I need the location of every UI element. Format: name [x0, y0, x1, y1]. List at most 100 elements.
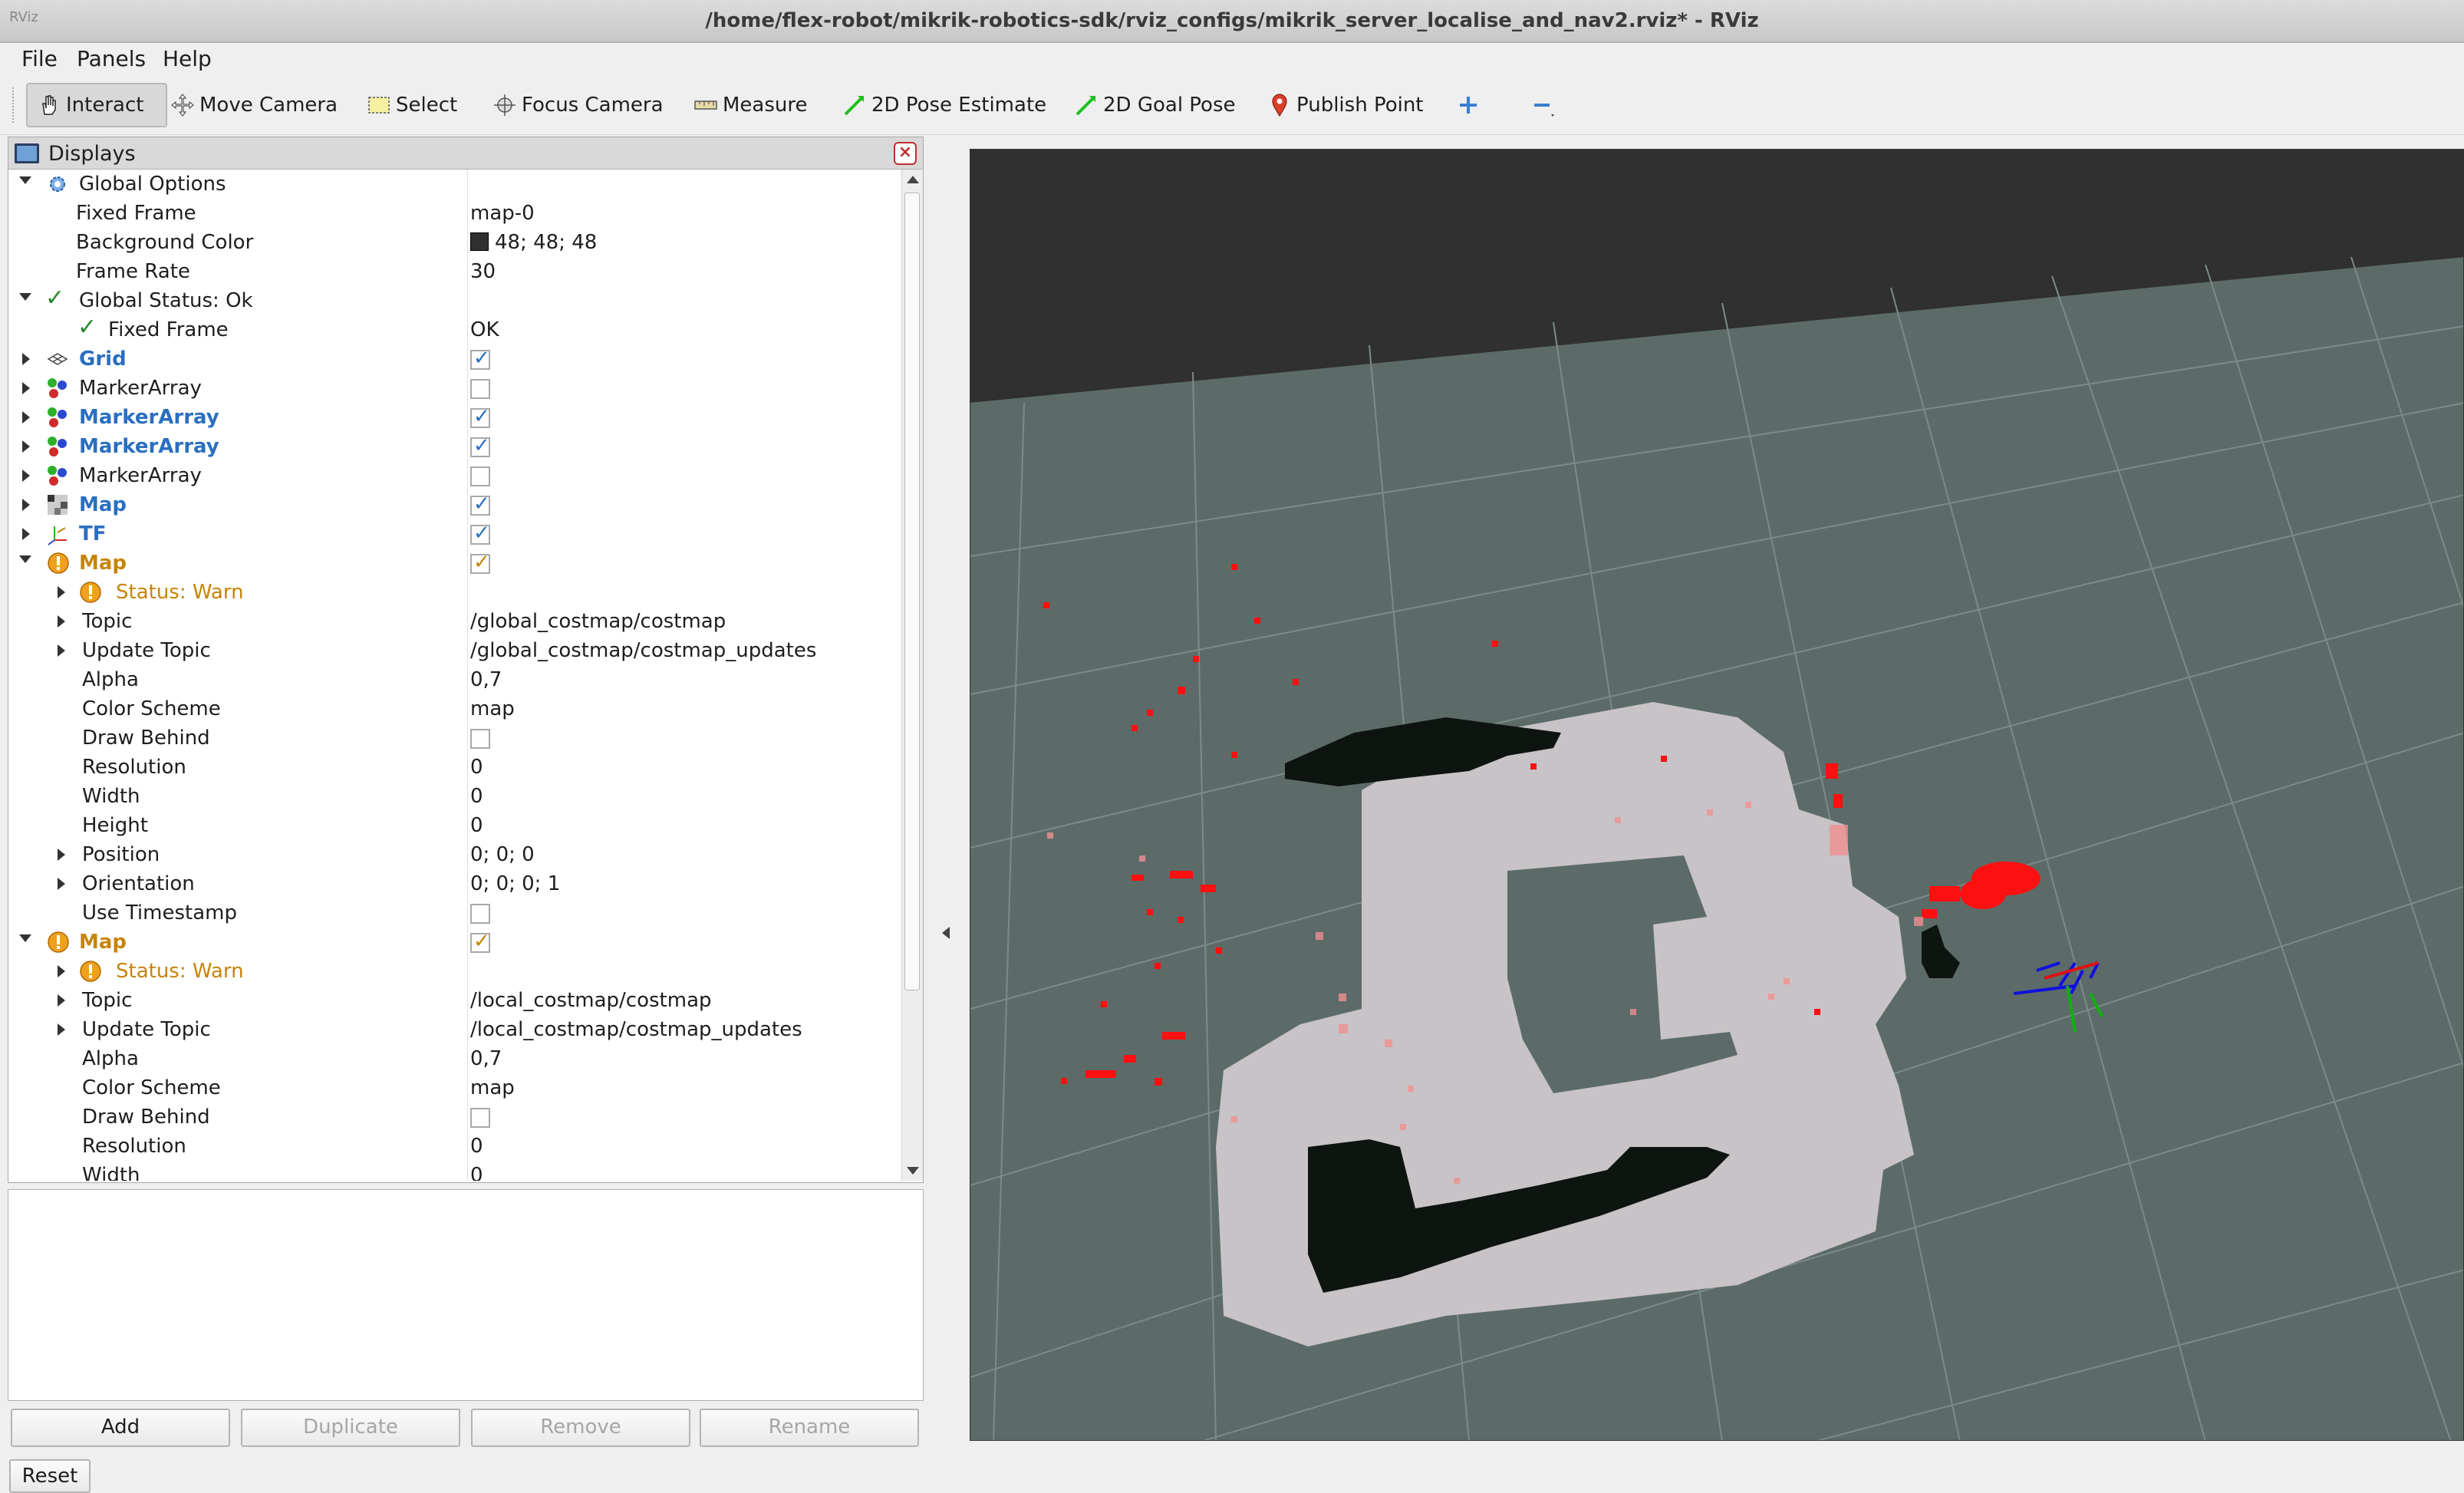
row-value[interactable]: /global_costmap/costmap_updates [470, 639, 816, 662]
expand-arrow-icon[interactable] [22, 528, 30, 540]
scroll-up-icon[interactable] [907, 176, 919, 183]
tool-move-camera[interactable]: Move Camera [170, 83, 338, 127]
tree-row-map-2-orientation[interactable]: Orientation 0; 0; 0; 1 [8, 869, 901, 898]
enable-checkbox[interactable] [470, 522, 490, 545]
tree-row-fixed-frame[interactable]: Fixed Frame map-0 [8, 199, 901, 228]
reset-button[interactable]: Reset [9, 1459, 91, 1493]
expand-arrow-icon[interactable] [58, 615, 65, 628]
expand-arrow-icon[interactable] [58, 849, 65, 861]
tool-interact[interactable]: Interact [26, 83, 167, 127]
expand-arrow-icon[interactable] [19, 934, 31, 942]
tree-row-frame-rate[interactable]: Frame Rate 30 [8, 257, 901, 286]
tree-row-map-2-resolution[interactable]: Resolution 0 [8, 753, 901, 782]
tree-row-map-3-color-scheme[interactable]: Color Scheme map [8, 1073, 901, 1102]
expand-arrow-icon[interactable] [19, 555, 31, 563]
expand-arrow-icon[interactable] [58, 1023, 65, 1036]
remove-button[interactable]: Remove [471, 1409, 690, 1447]
tree-row-map-3-topic[interactable]: Topic /local_costmap/costmap [8, 986, 901, 1015]
expand-arrow-icon[interactable] [19, 293, 31, 301]
tree-row-map-2-update-topic[interactable]: Update Topic /global_costmap/costmap_upd… [8, 636, 901, 665]
row-value[interactable]: map [470, 1076, 515, 1099]
toolbar-handle[interactable] [12, 87, 17, 123]
tool-2d-pose-estimate[interactable]: 2D Pose Estimate [842, 83, 1046, 127]
expand-arrow-icon[interactable] [58, 994, 65, 1007]
tree-row-map-1[interactable]: Map [8, 490, 901, 519]
enable-checkbox[interactable] [470, 493, 490, 516]
row-value[interactable]: 0,7 [470, 668, 502, 691]
tree-row-map-2-height[interactable]: Height 0 [8, 811, 901, 840]
enable-checkbox[interactable] [470, 405, 490, 428]
tree-row-map-2-color-scheme[interactable]: Color Scheme map [8, 694, 901, 723]
enable-checkbox[interactable] [470, 379, 490, 399]
remove-tool-button[interactable] [1531, 83, 1560, 127]
expand-arrow-icon[interactable] [19, 176, 31, 184]
enable-checkbox[interactable] [470, 434, 490, 457]
row-value[interactable]: map-0 [470, 202, 535, 225]
tree-row-global-options[interactable]: Global Options [8, 170, 901, 199]
tree-row-map-3-update-topic[interactable]: Update Topic /local_costmap/costmap_upda… [8, 1015, 901, 1044]
tree-row-markerarray-1[interactable]: MarkerArray [8, 374, 901, 403]
color-swatch[interactable] [470, 232, 489, 251]
expand-arrow-icon[interactable] [22, 470, 30, 482]
rename-button[interactable]: Rename [700, 1409, 919, 1447]
tree-row-map-3-width[interactable]: Width 0 [8, 1161, 901, 1181]
row-value[interactable]: /local_costmap/costmap [470, 989, 712, 1012]
duplicate-button[interactable]: Duplicate [241, 1409, 460, 1447]
tree-row-map-2-width[interactable]: Width 0 [8, 782, 901, 811]
enable-checkbox[interactable] [470, 466, 490, 486]
expand-arrow-icon[interactable] [22, 382, 30, 394]
tree-row-map-2-alpha[interactable]: Alpha 0,7 [8, 665, 901, 694]
displays-scrollbar[interactable] [901, 170, 923, 1181]
row-value[interactable]: /local_costmap/costmap_updates [470, 1018, 802, 1041]
tree-row-grid[interactable]: Grid [8, 344, 901, 374]
tree-row-markerarray-2[interactable]: MarkerArray [8, 403, 901, 432]
tree-row-map-3-resolution[interactable]: Resolution 0 [8, 1132, 901, 1161]
use-timestamp-checkbox[interactable] [470, 904, 490, 924]
panel-splitter[interactable] [925, 137, 968, 1441]
menu-file[interactable]: File [21, 46, 58, 71]
row-value[interactable]: 48; 48; 48 [470, 231, 597, 254]
tree-row-map-2-use-timestamp[interactable]: Use Timestamp [8, 898, 901, 928]
row-value[interactable]: /global_costmap/costmap [470, 610, 726, 633]
tree-row-markerarray-4[interactable]: MarkerArray [8, 461, 901, 490]
row-value[interactable]: 30 [470, 260, 496, 283]
add-tool-button[interactable] [1456, 83, 1485, 127]
tool-2d-goal-pose[interactable]: 2D Goal Pose [1074, 83, 1236, 127]
3d-render-view[interactable] [970, 149, 2464, 1441]
tool-select[interactable]: Select [367, 83, 457, 127]
tree-row-map-3-status[interactable]: Status: Warn [8, 957, 901, 986]
collapse-arrow-icon[interactable] [942, 927, 950, 939]
tree-row-map-3[interactable]: Map [8, 928, 901, 957]
tree-row-global-status[interactable]: ✓ Global Status: Ok [8, 285, 901, 315]
expand-arrow-icon[interactable] [22, 411, 30, 424]
draw-behind-checkbox[interactable] [470, 729, 490, 749]
expand-arrow-icon[interactable] [22, 353, 30, 365]
scrollbar-thumb[interactable] [904, 193, 920, 990]
enable-checkbox[interactable] [470, 347, 490, 370]
draw-behind-checkbox[interactable] [470, 1108, 490, 1128]
tree-row-background-color[interactable]: Background Color 48; 48; 48 [8, 228, 901, 257]
row-value[interactable]: 0,7 [470, 1047, 502, 1070]
enable-checkbox[interactable] [470, 551, 490, 574]
tree-row-map-2-status[interactable]: Status: Warn [8, 578, 901, 607]
tree-row-map-2-draw-behind[interactable]: Draw Behind [8, 723, 901, 753]
tree-row-map-2-position[interactable]: Position 0; 0; 0 [8, 840, 901, 869]
tree-row-fixed-frame-status[interactable]: ✓ Fixed Frame OK [8, 314, 901, 344]
tree-row-map-2[interactable]: Map [8, 549, 901, 578]
tree-row-tf[interactable]: TF [8, 519, 901, 549]
tree-row-markerarray-3[interactable]: MarkerArray [8, 432, 901, 461]
expand-arrow-icon[interactable] [58, 586, 65, 598]
scroll-down-icon[interactable] [907, 1167, 919, 1175]
tree-row-map-3-draw-behind[interactable]: Draw Behind [8, 1102, 901, 1132]
tool-focus-camera[interactable]: Focus Camera [492, 83, 664, 127]
tool-publish-point[interactable]: Publish Point [1267, 83, 1424, 127]
expand-arrow-icon[interactable] [58, 878, 65, 890]
tree-row-map-2-topic[interactable]: Topic /global_costmap/costmap [8, 607, 901, 636]
row-value[interactable]: map [470, 697, 515, 720]
tool-measure[interactable]: Measure [693, 83, 808, 127]
add-button[interactable]: Add [11, 1409, 230, 1447]
menu-panels[interactable]: Panels [77, 46, 146, 71]
expand-arrow-icon[interactable] [22, 499, 30, 511]
expand-arrow-icon[interactable] [58, 965, 65, 977]
enable-checkbox[interactable] [470, 930, 490, 953]
